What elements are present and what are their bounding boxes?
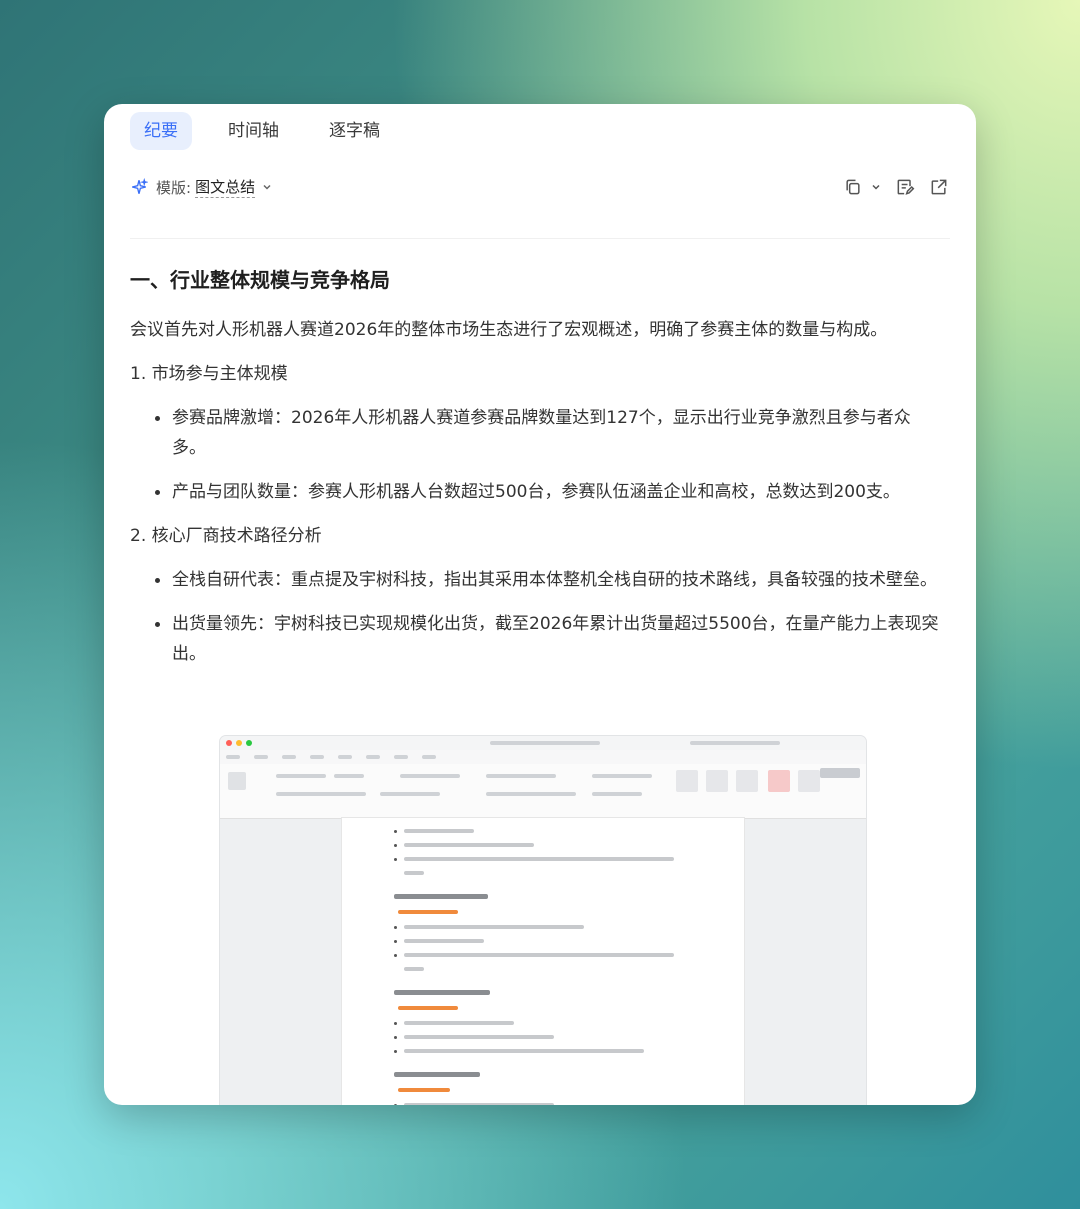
sparkle-icon [132,178,148,194]
edit-note-icon [897,179,915,195]
edit-note-button[interactable] [894,176,916,198]
list-item: 出货量领先：宇树科技已实现规模化出货，截至2026年累计出货量超过5500台，在… [130,609,940,669]
screenshot-ribbon [220,764,866,819]
tab-summary[interactable]: 纪要 [130,112,192,150]
section-title: 一、行业整体规模与竞争格局 [130,268,390,292]
open-external-button[interactable] [928,176,950,198]
template-label: 模版: [156,178,192,197]
copy-button[interactable] [842,176,864,198]
tab-bar: 纪要 时间轴 逐字稿 [130,112,394,156]
screenshot-titlebar [220,736,866,750]
external-link-icon [931,179,947,195]
copy-icon [846,179,860,195]
subsection-title: 1. 市场参与主体规模 [130,364,288,384]
tab-timeline[interactable]: 时间轴 [214,112,293,150]
section-intro: 会议首先对人形机器人赛道2026年的整体市场生态进行了宏观概述，明确了参赛主体的… [130,320,888,340]
list-item: 全栈自研代表：重点提及宇树科技，指出其采用本体整机全栈自研的技术路线，具备较强的… [130,565,940,595]
chevron-down-icon [872,184,880,190]
summary-content: 一、行业整体规模与竞争格局 会议首先对人形机器人赛道2026年的整体市场生态进行… [130,264,940,683]
list-item: 产品与团队数量：参赛人形机器人台数超过500台，参赛队伍涵盖企业和高校，总数达到… [130,477,940,507]
chevron-down-icon[interactable] [261,181,273,193]
list-item: 参赛品牌激增：2026年人形机器人赛道参赛品牌数量达到127个，显示出行业竞争激… [130,403,940,463]
screenshot-menubar [220,750,866,764]
subsection-title: 2. 核心厂商技术路径分析 [130,526,322,546]
divider [130,238,950,239]
screenshot-page [342,818,744,1105]
embedded-document-screenshot [220,736,866,1105]
copy-options-button[interactable] [870,176,882,198]
tab-transcript[interactable]: 逐字稿 [315,112,394,150]
template-selector[interactable]: 图文总结 [195,176,256,198]
summary-panel: 纪要 时间轴 逐字稿 模版: 图文总结 一、行业整体规模与竞争格局 会议首先对人… [104,104,976,1105]
action-tools [842,176,950,198]
template-toolbar: 模版: 图文总结 [130,174,950,200]
